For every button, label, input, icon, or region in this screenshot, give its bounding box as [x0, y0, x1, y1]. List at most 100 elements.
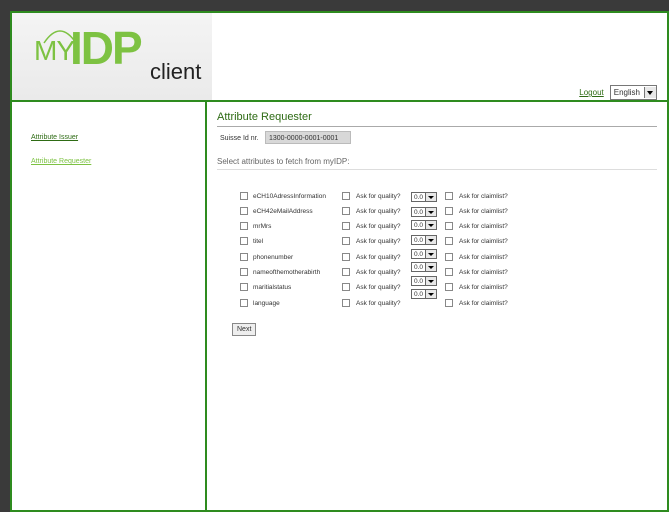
claimlist-label: Ask for claimlist?: [459, 223, 508, 230]
quality-value: 0.0: [414, 222, 424, 229]
attribute-row: nameofthemotherabirth Ask for quality? A…: [217, 266, 657, 278]
app-frame: MY IDP client Logout English Attribute I…: [10, 11, 669, 512]
attribute-name: language: [253, 300, 280, 307]
logo-client: client: [150, 59, 202, 84]
quality-checkbox[interactable]: [342, 207, 350, 215]
attribute-row: eCH42eMailAddress Ask for quality? Ask f…: [217, 205, 657, 217]
attribute-checkbox[interactable]: [240, 207, 248, 215]
logo-idp: IDP: [70, 22, 143, 74]
quality-select[interactable]: 0.0: [411, 249, 437, 259]
header: MY IDP client Logout English: [12, 13, 667, 102]
quality-label: Ask for quality?: [356, 223, 401, 230]
language-value: English: [613, 88, 640, 97]
quality-value: 0.0: [414, 291, 424, 298]
attribute-row: eCH10AdressInformation Ask for quality? …: [217, 190, 657, 202]
attribute-name: eCH10AdressInformation: [253, 193, 326, 200]
next-button[interactable]: Next: [232, 323, 257, 336]
page-title: Attribute Requester: [217, 111, 312, 123]
claimlist-label: Ask for claimlist?: [459, 254, 508, 261]
claimlist-checkbox[interactable]: [445, 222, 453, 230]
chevron-down-icon[interactable]: [425, 236, 436, 244]
attribute-checkbox[interactable]: [240, 237, 248, 245]
attribute-name: phonenumber: [253, 254, 294, 261]
select-instructions: Select attributes to fetch from myIDP:: [217, 157, 350, 166]
claimlist-label: Ask for claimlist?: [459, 300, 508, 307]
chevron-down-icon[interactable]: [425, 193, 436, 201]
quality-checkbox[interactable]: [342, 299, 350, 307]
quality-value: 0.0: [414, 194, 424, 201]
quality-label: Ask for quality?: [356, 300, 401, 307]
language-select[interactable]: English: [609, 85, 657, 100]
quality-select[interactable]: 0.0: [411, 276, 437, 286]
attribute-name: nameofthemotherabirth: [253, 269, 321, 276]
main-content: Attribute Requester Suisse Id nr. 1300-0…: [217, 102, 662, 502]
quality-select[interactable]: 0.0: [411, 220, 437, 230]
claimlist-checkbox[interactable]: [445, 207, 453, 215]
quality-value: 0.0: [414, 237, 424, 244]
claimlist-label: Ask for claimlist?: [459, 208, 508, 215]
sidebar-item-attribute-requester[interactable]: Attribute Requester: [31, 158, 91, 165]
chevron-down-icon[interactable]: [425, 290, 436, 298]
attribute-row: language Ask for quality? Ask for claiml…: [217, 297, 657, 309]
title-divider: [217, 126, 657, 127]
chevron-down-icon[interactable]: [425, 250, 436, 258]
quality-checkbox[interactable]: [342, 253, 350, 261]
attribute-row: mrMrs Ask for quality? Ask for claimlist…: [217, 220, 657, 232]
attribute-checkbox[interactable]: [240, 299, 248, 307]
claimlist-checkbox[interactable]: [445, 237, 453, 245]
quality-select[interactable]: 0.0: [411, 262, 437, 272]
suisse-id-field[interactable]: 1300-0000-0001-0001: [265, 131, 351, 144]
claimlist-label: Ask for claimlist?: [459, 238, 508, 245]
quality-label: Ask for quality?: [356, 238, 401, 245]
quality-checkbox[interactable]: [342, 192, 350, 200]
attribute-name: maritialstatus: [253, 284, 292, 291]
quality-value: 0.0: [414, 209, 424, 216]
quality-select[interactable]: 0.0: [411, 235, 437, 245]
attribute-checkbox[interactable]: [240, 222, 248, 230]
claimlist-label: Ask for claimlist?: [459, 269, 508, 276]
attribute-row: titel Ask for quality? Ask for claimlist…: [217, 235, 657, 247]
quality-label: Ask for quality?: [356, 208, 401, 215]
quality-value: 0.0: [414, 264, 424, 271]
attribute-checkbox[interactable]: [240, 253, 248, 261]
chevron-down-icon[interactable]: [425, 221, 436, 229]
quality-checkbox[interactable]: [342, 237, 350, 245]
sidebar-item-attribute-issuer[interactable]: Attribute Issuer: [31, 134, 78, 141]
claimlist-checkbox[interactable]: [445, 283, 453, 291]
claimlist-checkbox[interactable]: [445, 268, 453, 276]
claimlist-checkbox[interactable]: [445, 253, 453, 261]
top-right-controls: Logout English: [579, 85, 657, 100]
logout-link[interactable]: Logout: [579, 88, 603, 97]
quality-checkbox[interactable]: [342, 283, 350, 291]
chevron-down-icon[interactable]: [425, 277, 436, 285]
quality-select[interactable]: 0.0: [411, 192, 437, 202]
logo: MY IDP client: [12, 13, 212, 100]
attribute-name: eCH42eMailAddress: [253, 208, 313, 215]
quality-value: 0.0: [414, 251, 424, 258]
attribute-checkbox[interactable]: [240, 268, 248, 276]
quality-select[interactable]: 0.0: [411, 207, 437, 217]
chevron-down-icon[interactable]: [644, 87, 656, 98]
attribute-name: titel: [253, 238, 264, 245]
quality-select[interactable]: 0.0: [411, 289, 437, 299]
quality-label: Ask for quality?: [356, 269, 401, 276]
quality-label: Ask for quality?: [356, 193, 401, 200]
chevron-down-icon[interactable]: [425, 208, 436, 216]
claimlist-checkbox[interactable]: [445, 192, 453, 200]
claimlist-checkbox[interactable]: [445, 299, 453, 307]
sidebar: Attribute Issuer Attribute Requester: [12, 102, 207, 510]
attribute-checkbox[interactable]: [240, 192, 248, 200]
attribute-checkbox[interactable]: [240, 283, 248, 291]
claimlist-label: Ask for claimlist?: [459, 284, 508, 291]
attribute-row: phonenumber Ask for quality? Ask for cla…: [217, 251, 657, 263]
attribute-name: mrMrs: [253, 223, 272, 230]
quality-checkbox[interactable]: [342, 268, 350, 276]
quality-value: 0.0: [414, 278, 424, 285]
chevron-down-icon[interactable]: [425, 263, 436, 271]
attribute-row: maritialstatus Ask for quality? Ask for …: [217, 281, 657, 293]
quality-checkbox[interactable]: [342, 222, 350, 230]
logo-my: MY: [34, 35, 75, 66]
quality-label: Ask for quality?: [356, 254, 401, 261]
quality-label: Ask for quality?: [356, 284, 401, 291]
claimlist-label: Ask for claimlist?: [459, 193, 508, 200]
